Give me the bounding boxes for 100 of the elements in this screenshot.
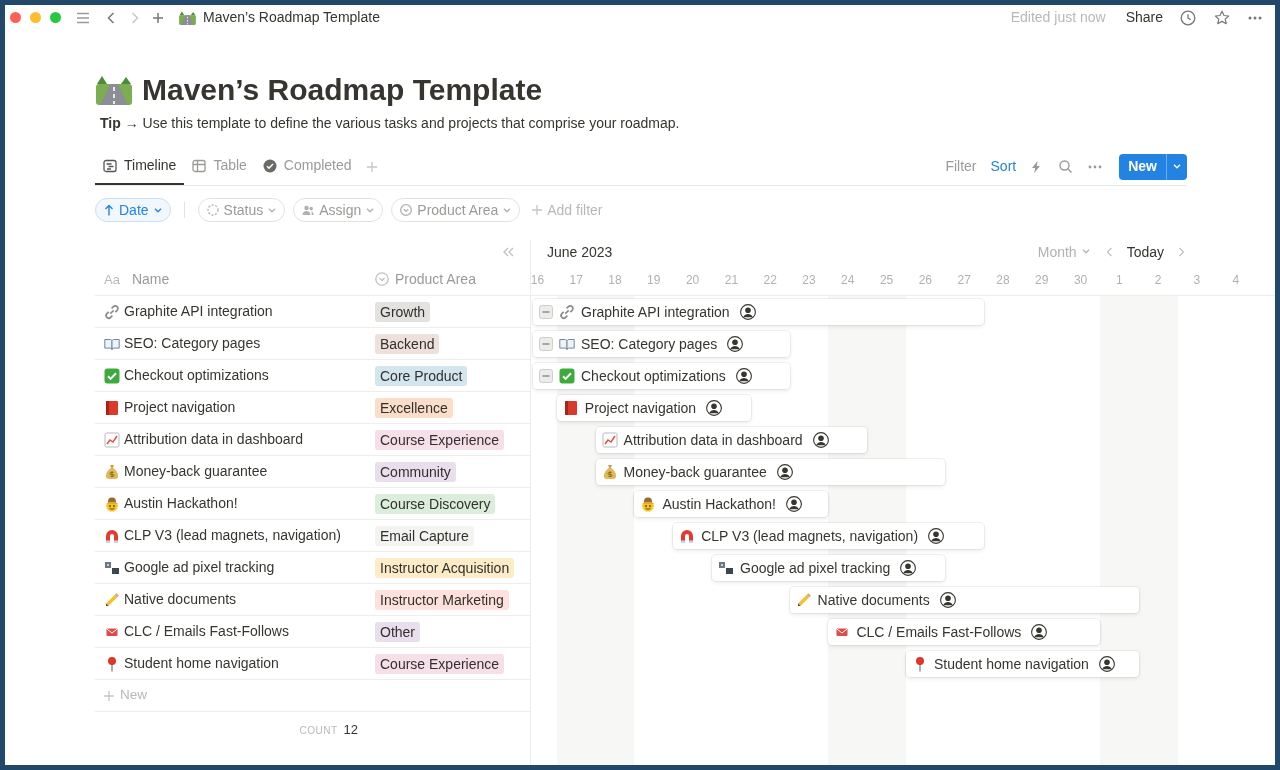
square-icon[interactable] [539,369,553,383]
day-label: 23 [802,273,816,287]
today-control[interactable]: Today [1126,243,1164,261]
avatar-icon [939,592,956,608]
magnet-icon [104,527,120,544]
task-name: SEO: Category pages [124,334,261,353]
close-window-icon[interactable] [10,12,21,23]
day-label: 24 [841,273,855,287]
day-label: 17 [569,273,583,287]
zoom-window-icon[interactable] [50,12,61,23]
timeline-bar[interactable]: CLC / Emails Fast-Follows [828,619,1100,645]
task-name: Austin Hackathon! [662,494,776,514]
plus-icon[interactable] [152,11,164,24]
magnet-icon [679,528,696,544]
count-value: 12 [343,721,358,737]
task-name: Checkout optimizations [124,366,269,385]
timeline-bar[interactable]: Attribution data in dashboard [595,427,868,453]
plus-icon[interactable] [366,162,377,172]
avatar-icon [1031,624,1048,640]
timeline-bar[interactable]: Native documents [789,587,1139,613]
task-name: Native documents [124,590,237,609]
star-icon[interactable] [1214,9,1230,26]
link-icon [559,304,575,320]
timeline-bar[interactable]: Austin Hackathon! [634,491,829,517]
search-icon[interactable] [1059,160,1073,173]
timeline-bar[interactable]: CLP V3 (lead magnets, navigation) [673,523,984,549]
day-label: 16 [531,273,545,287]
product-area-tag: Excellence [375,397,453,418]
task-name: CLC / Emails Fast-Follows [856,622,1022,642]
more-icon[interactable] [1248,15,1262,20]
product-area-tag: Course Discovery [375,493,496,514]
check-box-icon [559,368,575,384]
timeline-bar[interactable]: Money-back guarantee [595,459,945,485]
menu-icon[interactable] [76,11,90,24]
open-book-icon [559,336,575,352]
pixel-squares-icon [718,560,734,576]
new-menu-button[interactable] [1166,153,1187,180]
avatar-icon [928,528,945,544]
task-name: Money-back guarantee [124,462,268,481]
double-chevron-icon[interactable] [502,247,514,257]
avatar-icon [900,560,917,576]
chevron-right-icon[interactable] [1178,247,1185,257]
timeline-bar[interactable]: Google ad pixel tracking [712,555,945,581]
square-icon[interactable] [539,305,553,319]
caret-icon [153,207,162,213]
sort-control[interactable]: Sort [990,158,1017,175]
plus-icon [104,690,114,701]
share-link[interactable]: Share [1125,9,1163,26]
product-area-tag: Growth [375,301,431,322]
forward-icon[interactable] [131,11,139,24]
tip-text: Tip → Use this template to define the various tasks and projects that comprise your roadmap. [100,114,681,132]
avatar-icon [739,304,756,320]
timeline-bar[interactable]: Project navigation [556,395,751,421]
day-label: 18 [608,273,622,287]
timeline-bar[interactable]: SEO: Category pages [533,331,790,357]
money-bag-icon [104,463,120,480]
task-name: Student home navigation [124,654,279,673]
minimize-window-icon[interactable] [30,12,41,23]
product-area-tag: Core Product [375,365,468,386]
dropdown-circle-icon [375,272,389,287]
sort-chip[interactable]: Date [95,198,171,222]
pixel-squares-icon [104,559,120,576]
clock-icon[interactable] [1180,9,1196,26]
more-icon[interactable] [1088,164,1103,169]
chevron-left-icon[interactable] [1105,247,1113,257]
square-icon[interactable] [539,337,553,351]
caret-icon [268,207,277,213]
smiley-hat-icon [640,496,657,512]
closed-book-icon [104,399,120,416]
dashed-circle-icon [206,204,219,216]
pencil-icon [795,592,812,608]
day-label: 3 [1193,273,1201,287]
day-label: 27 [957,273,971,287]
product-area-tag: Course Experience [375,653,505,674]
lightning-icon[interactable] [1032,160,1041,173]
timeline-bar[interactable]: Student home navigation [906,651,1139,677]
avatar-icon [1098,656,1115,672]
day-label: 25 [879,273,894,287]
text-type-icon: Aa [104,271,120,288]
day-label: 29 [1035,273,1049,287]
timeline-bar[interactable]: Checkout optimizations [533,363,790,389]
day-label: 20 [685,273,700,287]
timeline-bar[interactable]: Graphite API integration [533,299,984,325]
caret-icon [503,207,512,213]
product-area-tag: Other [375,621,420,642]
back-icon[interactable] [107,11,115,24]
smiley-hat-icon [104,495,120,512]
day-label: 28 [996,273,1010,287]
task-name: Google ad pixel tracking [124,558,275,577]
road-icon [179,10,196,25]
day-label: 22 [763,273,777,287]
task-name: Checkout optimizations [581,366,726,386]
task-name: Graphite API integration [124,302,273,321]
view-tab[interactable]: Timeline [95,148,185,185]
day-label: 30 [1073,273,1088,287]
day-label: 26 [918,273,933,287]
avatar-icon [735,368,752,384]
new-button[interactable]: New [1119,153,1166,180]
chart-icon [601,432,618,448]
task-name: Google ad pixel tracking [740,558,891,578]
